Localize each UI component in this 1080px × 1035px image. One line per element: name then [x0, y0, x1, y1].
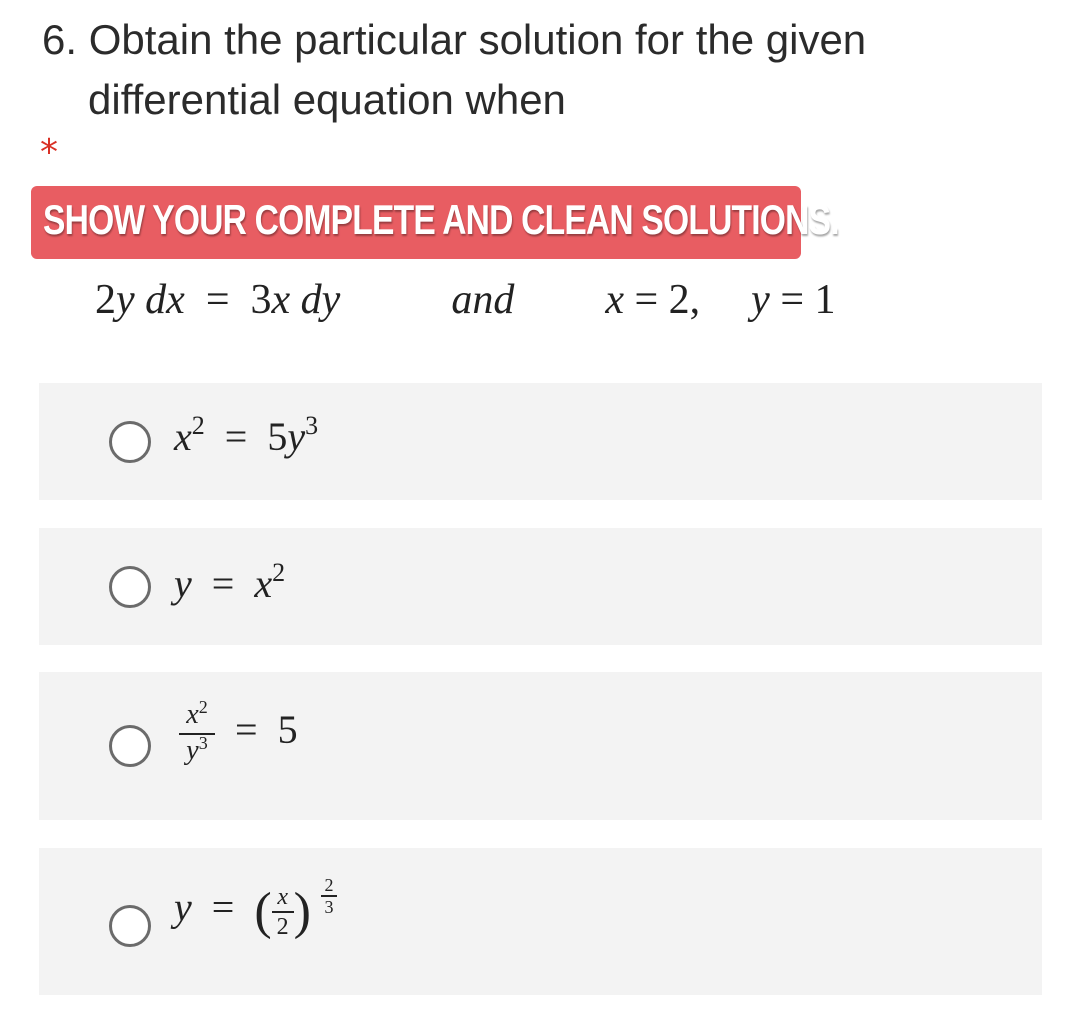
- fraction: x 2: [271, 884, 294, 940]
- eq-lhs-diff: dx: [145, 277, 185, 323]
- eq-rhs-diff: dy: [300, 277, 341, 323]
- answer-option-4[interactable]: y = ( x 2 ) 2 3: [39, 848, 1042, 995]
- radio-button[interactable]: [109, 421, 151, 463]
- radio-button[interactable]: [109, 905, 151, 947]
- question-title: 6. Obtain the particular solution for th…: [42, 10, 866, 130]
- eq-cond-y-val: = 1: [780, 277, 836, 323]
- radio-button[interactable]: [109, 566, 151, 608]
- answer-option-3[interactable]: x2 y3 = 5: [39, 672, 1042, 820]
- question-title-line2: differential equation when: [88, 76, 566, 123]
- eq-lhs-coef: 2: [95, 277, 116, 323]
- eq-cond-x-val: = 2,: [634, 277, 701, 323]
- eq-cond-x-var: x: [605, 277, 624, 323]
- question-number: 6.: [42, 16, 78, 63]
- answer-option-2[interactable]: y = x2: [39, 528, 1042, 645]
- given-equation: 2y dx = 3x dy and x = 2, y = 1: [95, 276, 836, 324]
- exponent-fraction: 2 3: [320, 876, 337, 916]
- question-title-line1: Obtain the particular solution for the g…: [88, 16, 867, 63]
- option-label: x2 y3 = 5: [179, 697, 298, 768]
- option-label: x2 = 5y3: [174, 411, 319, 459]
- option-label: y = x2: [174, 558, 286, 606]
- eq-cond-y-var: y: [751, 277, 770, 323]
- fraction: x2 y3: [179, 697, 215, 768]
- answer-option-1[interactable]: x2 = 5y3: [39, 383, 1042, 500]
- option-label: y = ( x 2 ) 2 3: [174, 876, 337, 941]
- eq-conjunction: and: [451, 277, 515, 323]
- required-asterisk: *: [40, 132, 58, 173]
- radio-button[interactable]: [109, 725, 151, 767]
- instruction-banner-text: SHOW YOUR COMPLETE AND CLEAN SOLUTIONS.: [43, 196, 840, 243]
- eq-rhs-coef: 3: [250, 277, 272, 323]
- eq-equals: =: [205, 277, 230, 323]
- instruction-banner: SHOW YOUR COMPLETE AND CLEAN SOLUTIONS.: [31, 186, 840, 259]
- eq-lhs-var: y: [116, 277, 135, 323]
- eq-rhs-var: x: [271, 277, 291, 323]
